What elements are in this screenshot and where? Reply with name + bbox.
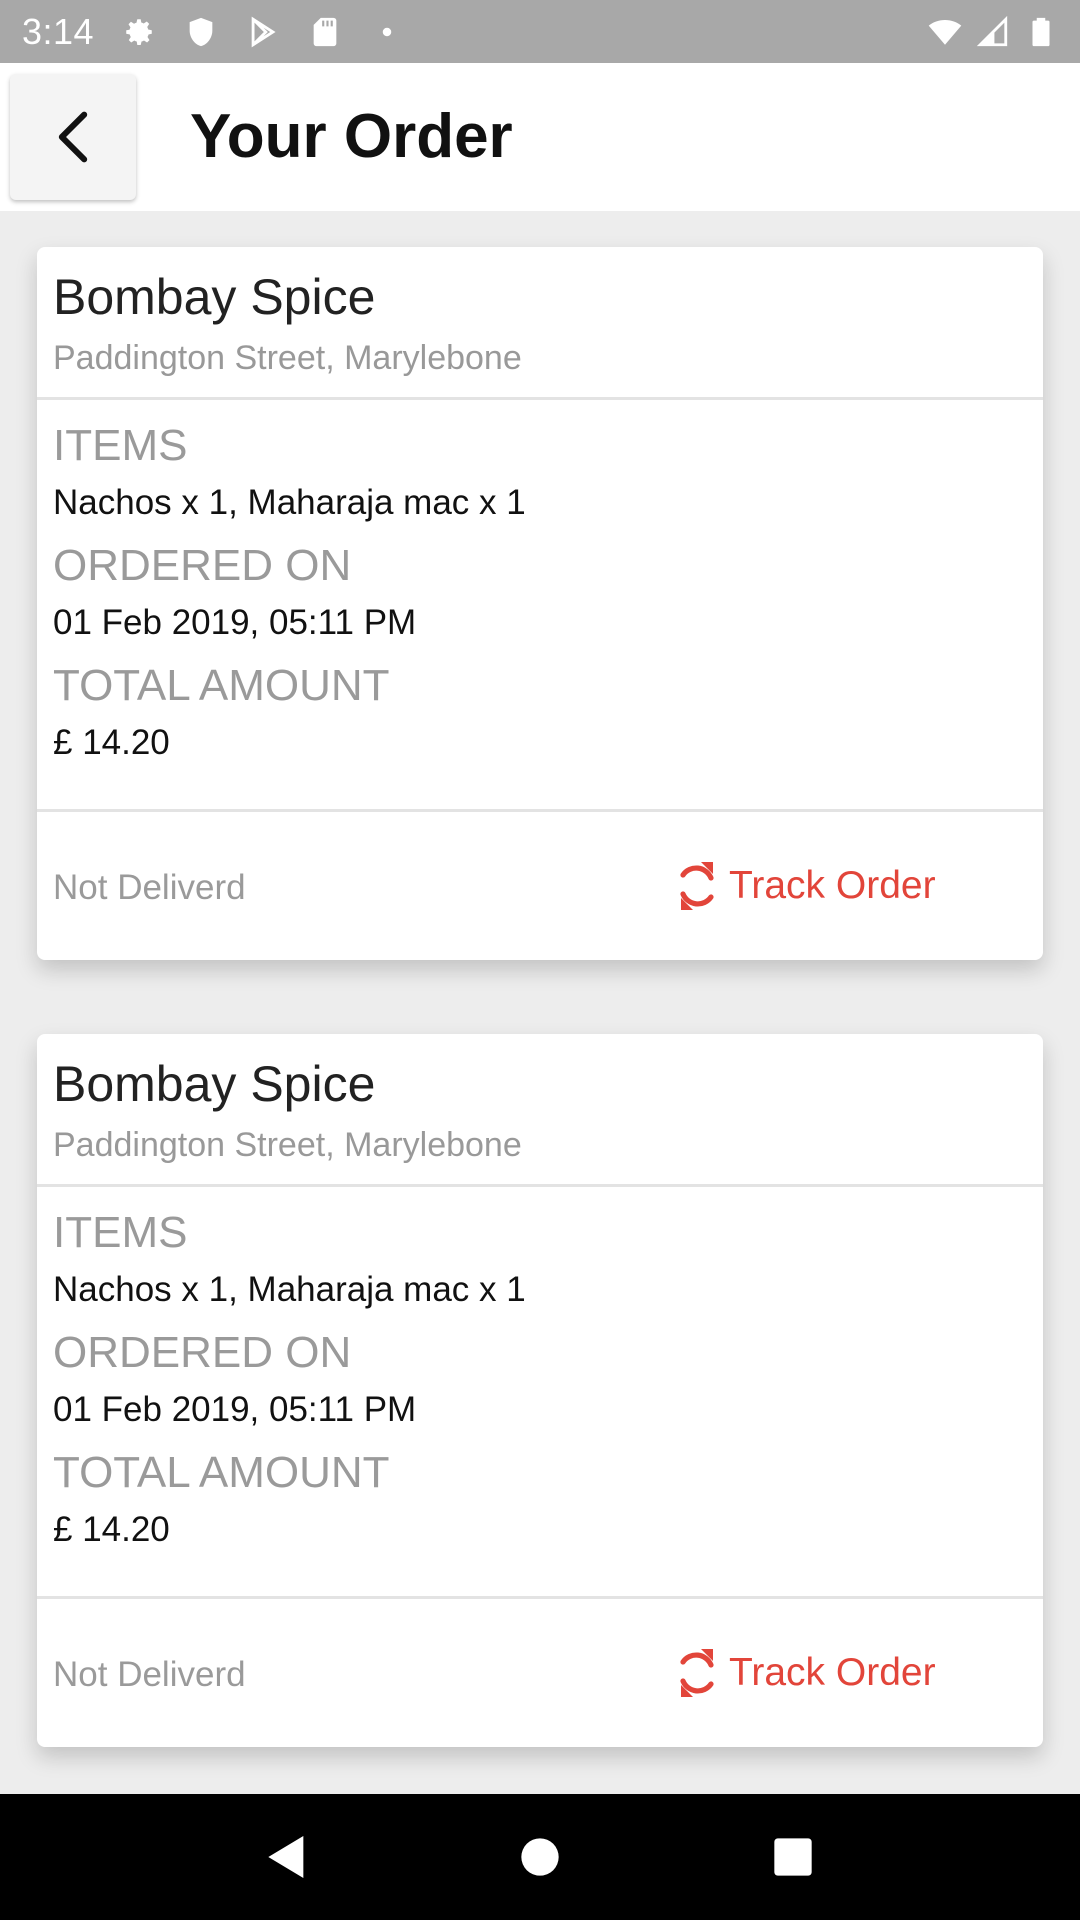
track-order-label: Track Order xyxy=(729,864,936,907)
restaurant-address: Paddington Street, Marylebone xyxy=(53,339,522,377)
card-header: Bombay Spice Paddington Street, Marylebo… xyxy=(37,247,1043,400)
order-card: Bombay Spice Paddington Street, Marylebo… xyxy=(37,247,1043,960)
order-card: Bombay Spice Paddington Street, Marylebo… xyxy=(37,1034,1043,1747)
card-details: ITEMS Nachos x 1, Maharaja mac x 1 ORDER… xyxy=(37,400,1043,812)
track-order-button[interactable]: Track Order xyxy=(673,1641,936,1705)
ordered-on-label: ORDERED ON xyxy=(53,541,352,590)
ordered-on-value: 01 Feb 2019, 05:11 PM xyxy=(53,603,417,642)
nav-back-button[interactable] xyxy=(255,1825,319,1889)
restaurant-name: Bombay Spice xyxy=(53,269,376,325)
navigation-bar xyxy=(0,1794,1080,1920)
card-footer: Not Deliverd Track Order xyxy=(37,812,1043,957)
card-details: ITEMS Nachos x 1, Maharaja mac x 1 ORDER… xyxy=(37,1187,1043,1599)
status-icons-left xyxy=(122,15,404,49)
restaurant-address: Paddington Street, Marylebone xyxy=(53,1126,522,1164)
order-list[interactable]: Bombay Spice Paddington Street, Marylebo… xyxy=(0,211,1080,1794)
items-label: ITEMS xyxy=(53,1208,188,1257)
signal-icon xyxy=(976,15,1010,49)
back-triangle-icon xyxy=(267,1836,303,1878)
card-footer: Not Deliverd Track Order xyxy=(37,1599,1043,1744)
back-button[interactable] xyxy=(10,74,136,200)
refresh-icon xyxy=(680,862,714,910)
track-order-button[interactable]: Track Order xyxy=(673,854,936,918)
sd-card-icon xyxy=(308,15,342,49)
battery-icon xyxy=(1024,15,1058,49)
delivery-status: Not Deliverd xyxy=(53,868,246,907)
ordered-on-value: 01 Feb 2019, 05:11 PM xyxy=(53,1390,417,1429)
app-bar: Your Order xyxy=(0,63,1080,211)
total-amount-value: £ 14.20 xyxy=(53,1510,170,1549)
play-store-icon xyxy=(246,15,280,49)
dot-icon xyxy=(370,15,404,49)
items-value: Nachos x 1, Maharaja mac x 1 xyxy=(53,483,526,522)
restaurant-name: Bombay Spice xyxy=(53,1056,376,1112)
items-label: ITEMS xyxy=(53,421,188,470)
status-icons-right xyxy=(928,15,1058,49)
total-amount-value: £ 14.20 xyxy=(53,723,170,762)
delivery-status: Not Deliverd xyxy=(53,1655,246,1694)
wifi-icon xyxy=(928,15,962,49)
status-bar: 3:14 xyxy=(0,0,1080,63)
nav-home-button[interactable] xyxy=(508,1825,572,1889)
shield-icon xyxy=(184,15,218,49)
page-title: Your Order xyxy=(190,102,513,171)
track-order-label: Track Order xyxy=(729,1651,936,1694)
total-amount-label: TOTAL AMOUNT xyxy=(53,661,390,710)
card-header: Bombay Spice Paddington Street, Marylebo… xyxy=(37,1034,1043,1187)
refresh-icon xyxy=(680,1649,714,1697)
settings-icon xyxy=(122,15,156,49)
ordered-on-label: ORDERED ON xyxy=(53,1328,352,1377)
nav-recents-button[interactable] xyxy=(761,1825,825,1889)
recents-square-icon xyxy=(774,1838,812,1876)
total-amount-label: TOTAL AMOUNT xyxy=(53,1448,390,1497)
items-value: Nachos x 1, Maharaja mac x 1 xyxy=(53,1270,526,1309)
home-circle-icon xyxy=(521,1838,559,1876)
chevron-left-icon xyxy=(58,111,88,163)
status-time: 3:14 xyxy=(22,10,95,52)
